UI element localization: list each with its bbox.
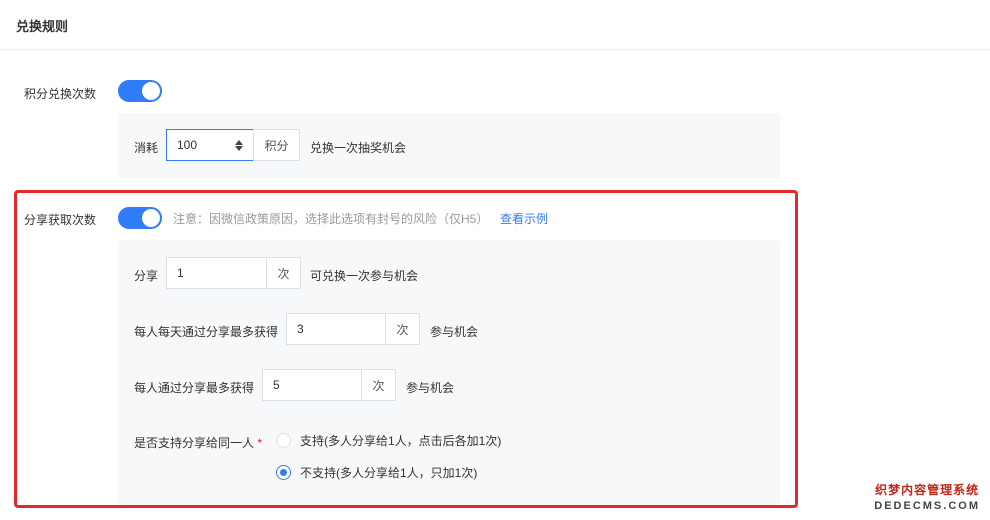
points-stepper-value: 100 bbox=[177, 138, 198, 152]
toggle-knob bbox=[142, 82, 160, 100]
consume-label: 消耗 bbox=[134, 141, 159, 155]
decrement-icon[interactable] bbox=[235, 145, 243, 151]
watermark-line1: 织梦内容管理系统 bbox=[875, 483, 980, 497]
section-title: 兑换规则 bbox=[16, 19, 69, 34]
points-exchange-suffix: 兑换一次抽奖机会 bbox=[310, 141, 407, 155]
watermark-logo: 织梦内容管理系统 DEDECMS.COM bbox=[874, 481, 980, 512]
points-exchange-label: 积分兑换次数 bbox=[24, 87, 97, 101]
highlight-annotation-box bbox=[14, 190, 798, 508]
points-exchange-toggle[interactable] bbox=[118, 80, 162, 102]
watermark-line2: DEDECMS.COM bbox=[874, 500, 980, 512]
increment-icon[interactable] bbox=[235, 139, 243, 145]
points-unit-addon: 积分 bbox=[253, 129, 300, 161]
section-divider bbox=[0, 49, 990, 50]
points-stepper[interactable]: 100 bbox=[166, 129, 254, 161]
stepper-arrows[interactable] bbox=[231, 139, 247, 151]
